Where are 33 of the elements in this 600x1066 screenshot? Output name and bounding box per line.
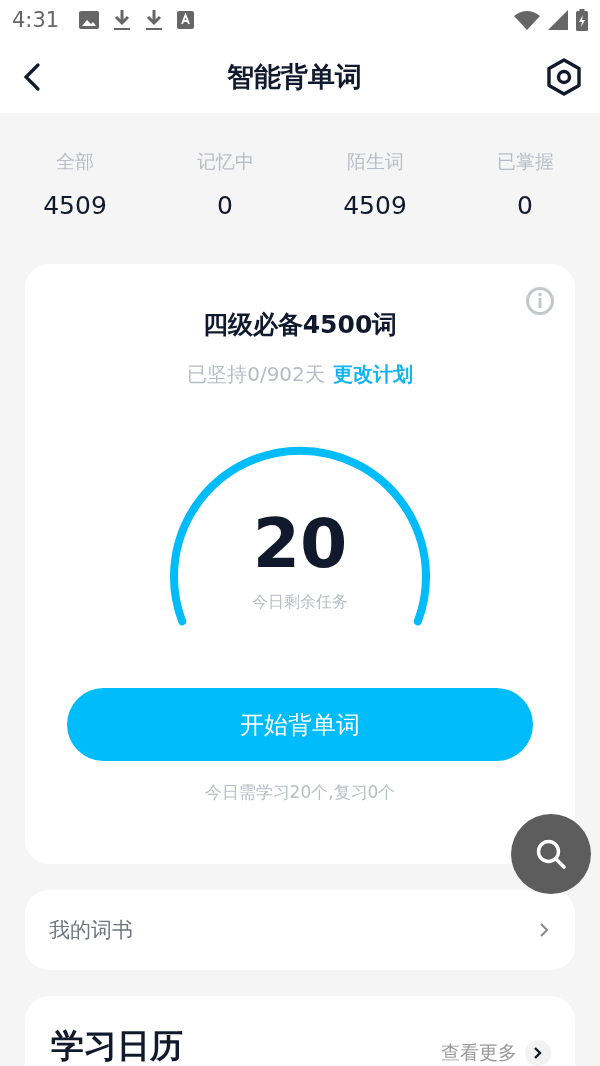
word-book-row[interactable]: 我的词书 [25, 890, 575, 970]
page-title: 智能背单词 [226, 59, 362, 94]
stat-label: 陌生词 [346, 149, 404, 174]
download-icon [145, 9, 164, 31]
settings-icon[interactable] [546, 57, 582, 96]
stat-value: 0 [517, 191, 533, 220]
count-label: 今日剩余任务 [252, 592, 348, 613]
signal-icon [548, 10, 568, 30]
word-book-label: 我的词书 [49, 917, 133, 944]
plan-title: 四级必备4500词 [202, 309, 398, 341]
back-icon[interactable] [22, 61, 42, 92]
start-button[interactable]: 开始背单词 [67, 688, 533, 761]
view-more-link[interactable]: 查看更多 [441, 1040, 551, 1066]
stat-value: 0 [217, 191, 233, 220]
stat-value: 4509 [343, 191, 407, 220]
search-icon [535, 838, 567, 870]
chevron-right-icon [533, 1046, 543, 1060]
daily-task-note: 今日需学习20个,复习0个 [204, 781, 396, 804]
battery-icon [576, 9, 588, 31]
stat-label: 全部 [56, 149, 94, 174]
change-plan-link[interactable]: 更改计划 [332, 361, 413, 388]
status-time: 4:31 [12, 8, 60, 32]
wifi-icon [514, 10, 540, 30]
chevron-right-icon [539, 922, 549, 938]
image-icon [79, 11, 100, 29]
stat-label: 已掌握 [496, 149, 554, 174]
calendar-title: 学习日历 [51, 1028, 183, 1065]
download-icon [113, 9, 132, 31]
stat-label: 记忆中 [196, 149, 254, 174]
stat-value: 4509 [43, 191, 107, 220]
remaining-count: 20 [252, 510, 348, 578]
progress-text: 已坚持0/902天 [187, 361, 325, 388]
app-notification-icon [177, 11, 195, 29]
